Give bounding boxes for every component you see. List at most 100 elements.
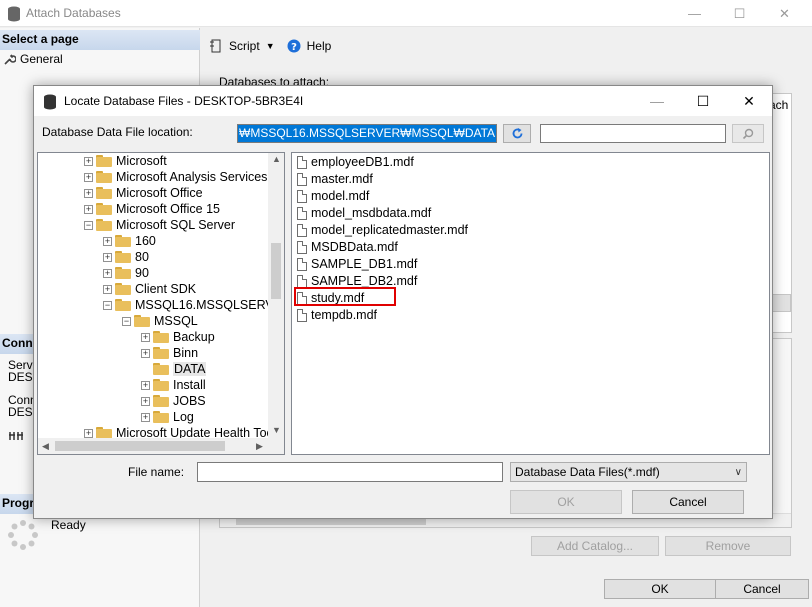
file-icon — [297, 257, 307, 271]
file-list[interactable]: employeeDB1.mdf master.mdf model.mdf model_… — [291, 152, 770, 455]
ok-button[interactable]: OK — [510, 490, 622, 514]
file-location-input[interactable]: ₩MSSQL16.MSSQLSERVER₩MSSQL₩DATA — [237, 124, 497, 143]
help-button[interactable]: Help — [307, 39, 332, 53]
file-item[interactable]: master.mdf — [297, 171, 373, 187]
page-item-general[interactable]: General — [4, 50, 63, 68]
expand-icon[interactable]: + — [103, 284, 112, 294]
tree-item[interactable]: − MSSQL16.MSSQLSERVER — [103, 297, 284, 313]
remove-button[interactable]: Remove — [665, 536, 791, 556]
folder-icon — [96, 171, 112, 183]
scroll-right-icon[interactable]: ▶ — [256, 441, 263, 452]
script-icon[interactable] — [209, 39, 223, 53]
add-catalog-button[interactable]: Add Catalog... — [531, 536, 659, 556]
select-page-header: Select a page — [0, 30, 200, 50]
search-input[interactable] — [540, 124, 726, 143]
file-location-value: ₩MSSQL16.MSSQLSERVER₩MSSQL₩DATA — [238, 125, 496, 142]
tree-item[interactable]: + Install — [141, 377, 206, 393]
search-button[interactable] — [732, 124, 764, 143]
expand-icon[interactable]: + — [84, 428, 93, 438]
expand-icon[interactable]: + — [84, 188, 93, 198]
collapse-icon[interactable]: − — [103, 300, 112, 310]
dialog-close-button[interactable]: ✕ — [726, 86, 772, 116]
tree-item-label: Install — [173, 378, 206, 392]
tree-item[interactable]: +160 — [103, 233, 156, 249]
folder-icon — [115, 283, 131, 295]
file-item-label: SAMPLE_DB2.mdf — [311, 274, 418, 288]
collapse-icon[interactable]: − — [84, 220, 93, 230]
tree-horizontal-thumb[interactable] — [55, 441, 225, 451]
tree-item-label: Binn — [173, 346, 199, 360]
progress-spinner-icon — [8, 520, 38, 550]
file-icon — [297, 240, 307, 254]
back-close-button[interactable]: ✕ — [762, 0, 807, 27]
folder-icon — [115, 251, 131, 263]
tree-item[interactable]: DATA — [141, 361, 207, 377]
file-name-input[interactable] — [197, 462, 503, 482]
scroll-left-icon[interactable]: ◀ — [42, 441, 49, 452]
tree-item[interactable]: − Microsoft SQL Server — [84, 217, 235, 233]
tree-item-label: Log — [173, 410, 194, 424]
folder-icon — [96, 203, 112, 215]
tree-item[interactable]: + Microsoft Office 15 — [84, 201, 220, 217]
file-item[interactable]: SAMPLE_DB1.mdf — [297, 256, 417, 272]
chevron-down-icon[interactable]: ▼ — [266, 41, 275, 51]
back-minimize-button[interactable]: — — [672, 0, 717, 27]
back-titlebar: Attach Databases — ☐ ✕ — [0, 0, 812, 27]
refresh-icon — [512, 128, 522, 139]
database-icon — [8, 6, 20, 22]
back-maximize-button[interactable]: ☐ — [717, 0, 762, 27]
file-item-label: tempdb.mdf — [311, 308, 378, 322]
cancel-button[interactable]: Cancel — [632, 490, 744, 514]
tree-item[interactable]: + Microsoft Analysis Services — [84, 169, 267, 185]
back-cancel-button[interactable]: Cancel — [715, 579, 809, 599]
tree-item[interactable]: + Backup — [141, 329, 215, 345]
expand-icon[interactable]: + — [84, 204, 93, 214]
tree-item[interactable]: − MSSQL — [122, 313, 198, 329]
expand-icon[interactable]: + — [103, 252, 112, 262]
chevron-down-icon: ∨ — [734, 466, 742, 478]
connection-properties-icon[interactable] — [8, 430, 24, 442]
tree-item-label: DATA — [173, 362, 207, 376]
file-type-select[interactable]: Database Data Files(*.mdf) ∨ — [510, 462, 747, 482]
collapse-icon[interactable]: − — [122, 316, 131, 326]
tree-item[interactable]: + Microsoft Office — [84, 185, 203, 201]
tree-item[interactable]: +90 — [103, 265, 149, 281]
back-ok-button[interactable]: OK — [604, 579, 716, 599]
file-item[interactable]: employeeDB1.mdf — [297, 154, 414, 170]
expand-icon[interactable]: + — [141, 380, 150, 390]
expand-icon[interactable]: + — [141, 332, 150, 342]
tree-item-label: JOBS — [173, 394, 206, 408]
expand-icon[interactable]: + — [84, 156, 93, 166]
tree-vertical-scrollbar[interactable]: ▲ ▼ — [268, 153, 284, 438]
file-item[interactable]: model_replicatedmaster.mdf — [297, 222, 468, 238]
help-icon[interactable]: ? — [287, 39, 301, 53]
refresh-button[interactable] — [503, 124, 531, 143]
file-icon — [297, 223, 307, 237]
file-item[interactable]: tempdb.mdf — [297, 307, 377, 323]
dialog-maximize-button[interactable]: ☐ — [680, 86, 726, 116]
expand-icon[interactable]: + — [84, 172, 93, 182]
scroll-down-icon[interactable]: ▼ — [272, 425, 281, 435]
tree-item[interactable]: + Log — [141, 409, 194, 425]
tree-horizontal-scrollbar[interactable]: ◀ ▶ — [38, 438, 284, 454]
folder-icon — [96, 219, 112, 231]
script-button[interactable]: Script — [229, 39, 260, 53]
file-icon — [297, 155, 307, 169]
scroll-up-icon[interactable]: ▲ — [272, 154, 281, 164]
expand-icon[interactable]: + — [141, 396, 150, 406]
file-item[interactable]: model_msdbdata.mdf — [297, 205, 431, 221]
tree-item[interactable]: + Client SDK — [103, 281, 196, 297]
expand-icon[interactable]: + — [103, 268, 112, 278]
tree-item[interactable]: + JOBS — [141, 393, 206, 409]
expand-icon[interactable]: + — [141, 348, 150, 358]
dialog-minimize-button[interactable]: — — [634, 86, 680, 116]
file-item[interactable]: model.mdf — [297, 188, 369, 204]
tree-item[interactable]: + Microsoft — [84, 153, 167, 169]
expand-icon[interactable]: + — [141, 412, 150, 422]
file-item[interactable]: MSDBData.mdf — [297, 239, 398, 255]
folder-tree[interactable]: + Microsoft + Microsoft Analysis Services + M… — [37, 152, 285, 455]
tree-item[interactable]: + Binn — [141, 345, 198, 361]
tree-vertical-thumb[interactable] — [271, 243, 281, 299]
expand-icon[interactable]: + — [103, 236, 112, 246]
tree-item[interactable]: +80 — [103, 249, 149, 265]
